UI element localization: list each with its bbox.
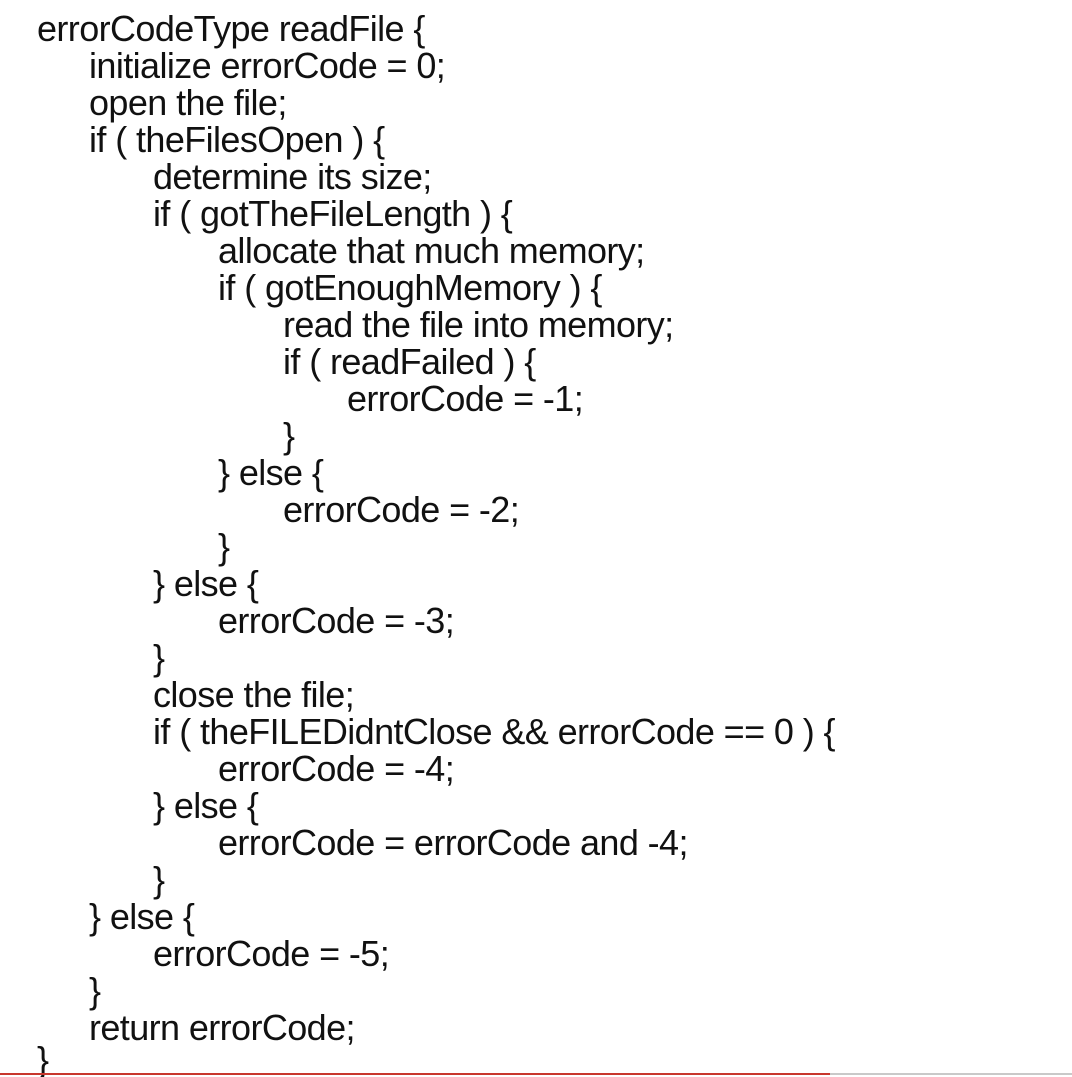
code-line: close the file;	[153, 674, 355, 715]
code-line: }	[37, 1039, 49, 1077]
code-line: read the file into memory;	[283, 304, 674, 345]
code-line: } else {	[89, 896, 195, 937]
code-line: if ( theFILEDidntClose && errorCode == 0…	[153, 711, 836, 752]
code-line: allocate that much memory;	[218, 230, 645, 271]
code-line: errorCode = errorCode and -4;	[218, 822, 688, 863]
code-line: }	[283, 415, 295, 456]
code-line: errorCode = -1;	[347, 378, 584, 419]
code-line: open the file;	[89, 82, 287, 123]
code-slide: errorCodeType readFile { initialize erro…	[0, 0, 1072, 1077]
code-line: if ( theFilesOpen ) {	[89, 119, 385, 160]
code-line: initialize errorCode = 0;	[89, 45, 446, 86]
code-line: return errorCode;	[89, 1007, 356, 1048]
code-line: errorCodeType readFile {	[37, 8, 425, 49]
code-line: errorCode = -2;	[283, 489, 520, 530]
code-line: }	[218, 526, 230, 567]
bottom-accent-rule	[0, 1073, 830, 1075]
code-line: if ( gotEnoughMemory ) {	[218, 267, 602, 308]
code-line: }	[153, 859, 165, 900]
code-line: }	[89, 970, 101, 1011]
code-line: errorCode = -4;	[218, 748, 455, 789]
code-line: if ( gotTheFileLength ) {	[153, 193, 513, 234]
code-line: if ( readFailed ) {	[283, 341, 536, 382]
code-line: } else {	[218, 452, 324, 493]
code-line: errorCode = -3;	[218, 600, 455, 641]
code-line: }	[153, 637, 165, 678]
code-line: errorCode = -5;	[153, 933, 390, 974]
code-line: } else {	[153, 563, 259, 604]
code-block: errorCodeType readFile { initialize erro…	[0, 0, 1072, 1077]
code-line: } else {	[153, 785, 259, 826]
bottom-progress-track	[830, 1073, 1072, 1075]
code-line: determine its size;	[153, 156, 432, 197]
